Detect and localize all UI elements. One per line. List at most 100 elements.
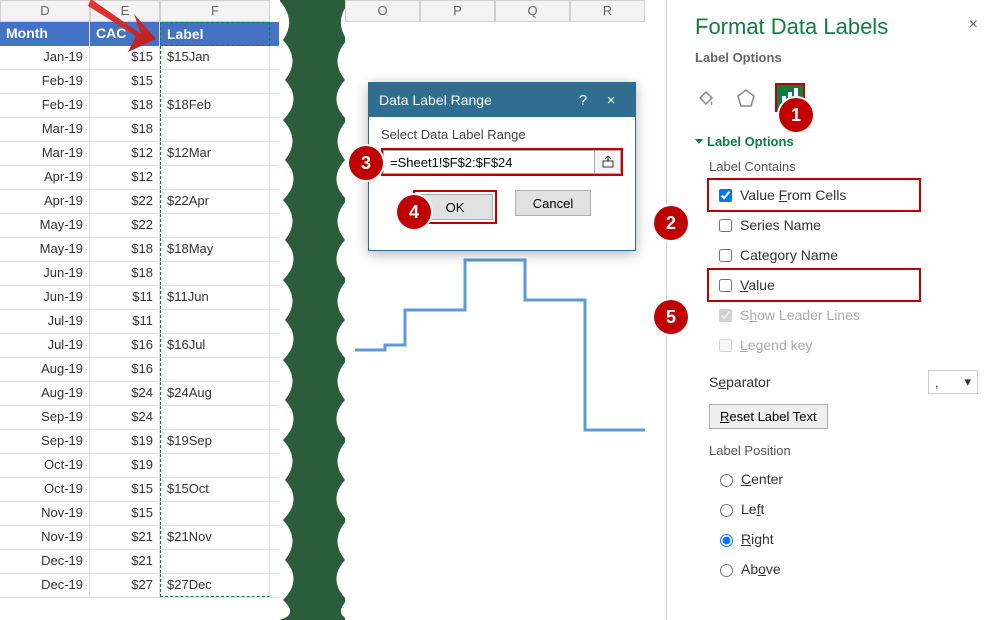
cell-f[interactable] [160,262,270,285]
cell-f[interactable]: $16Jul [160,334,270,357]
cell-e[interactable]: $12 [90,142,160,165]
cell-d[interactable]: Jan-19 [0,46,90,69]
cell-e[interactable]: $12 [90,166,160,189]
table-row[interactable]: Aug-19$24$24Aug [0,382,290,406]
cell-d[interactable]: Jul-19 [0,334,90,357]
cell-d[interactable]: Mar-19 [0,142,90,165]
cell-e[interactable]: $24 [90,406,160,429]
table-row[interactable]: Sep-19$24 [0,406,290,430]
cell-d[interactable]: Jul-19 [0,310,90,333]
radio-above[interactable] [720,564,733,577]
table-row[interactable]: Mar-19$12$12Mar [0,142,290,166]
range-picker-icon[interactable] [595,150,621,174]
radio-center[interactable] [720,474,733,487]
table-row[interactable]: Jul-19$16$16Jul [0,334,290,358]
cell-e[interactable]: $19 [90,430,160,453]
cell-d[interactable]: Sep-19 [0,430,90,453]
close-icon[interactable]: × [597,92,625,109]
cell-e[interactable]: $18 [90,262,160,285]
radio-right[interactable] [720,534,733,547]
table-row[interactable]: May-19$22 [0,214,290,238]
cell-f[interactable]: $27Dec [160,574,270,597]
col-f[interactable]: F [160,0,270,22]
cell-f[interactable] [160,70,270,93]
cell-d[interactable]: Jun-19 [0,286,90,309]
cell-d[interactable]: Feb-19 [0,94,90,117]
cell-d[interactable]: Mar-19 [0,118,90,141]
cell-f[interactable]: $24Aug [160,382,270,405]
opt-value[interactable]: Value [709,270,919,300]
cell-d[interactable]: Nov-19 [0,502,90,525]
col-r[interactable]: R [570,0,645,22]
cell-e[interactable]: $21 [90,526,160,549]
label-options-header[interactable]: Label Options [695,134,978,149]
table-row[interactable]: Mar-19$18 [0,118,290,142]
cell-f[interactable] [160,166,270,189]
cell-e[interactable]: $18 [90,94,160,117]
table-row[interactable]: Oct-19$19 [0,454,290,478]
chk-value-from-cells[interactable] [719,189,732,202]
cell-e[interactable]: $21 [90,550,160,573]
col-o[interactable]: O [345,0,420,22]
header-label[interactable]: Label [160,22,270,46]
cell-d[interactable]: Aug-19 [0,382,90,405]
cell-d[interactable]: May-19 [0,238,90,261]
cell-f[interactable]: $19Sep [160,430,270,453]
pos-center[interactable]: Center [709,464,978,494]
cell-d[interactable]: Apr-19 [0,166,90,189]
cell-f[interactable]: $12Mar [160,142,270,165]
chk-value[interactable] [719,279,732,292]
cell-f[interactable]: $22Apr [160,190,270,213]
table-row[interactable]: Apr-19$12 [0,166,290,190]
table-row[interactable]: Dec-19$27$27Dec [0,574,290,598]
cell-d[interactable]: Apr-19 [0,190,90,213]
pos-left[interactable]: Left [709,494,978,524]
table-row[interactable]: Apr-19$22$22Apr [0,190,290,214]
cell-e[interactable]: $15 [90,70,160,93]
cell-e[interactable]: $11 [90,286,160,309]
chk-category-name[interactable] [719,249,732,262]
range-input[interactable] [383,150,595,174]
cell-f[interactable] [160,214,270,237]
cell-e[interactable]: $24 [90,382,160,405]
cell-e[interactable]: $18 [90,118,160,141]
cell-e[interactable]: $15 [90,478,160,501]
cell-e[interactable]: $18 [90,238,160,261]
cell-f[interactable]: $21Nov [160,526,270,549]
cell-d[interactable]: Jun-19 [0,262,90,285]
cell-f[interactable] [160,550,270,573]
cell-f[interactable] [160,310,270,333]
cell-e[interactable]: $15 [90,502,160,525]
header-month[interactable]: Month [0,22,90,46]
cell-f[interactable]: $15Oct [160,478,270,501]
cell-d[interactable]: Feb-19 [0,70,90,93]
cell-e[interactable]: $22 [90,214,160,237]
opt-category-name[interactable]: Category Name [709,240,978,270]
cell-e[interactable]: $19 [90,454,160,477]
cell-f[interactable]: $18May [160,238,270,261]
cancel-button[interactable]: Cancel [515,190,591,216]
cell-d[interactable]: Nov-19 [0,526,90,549]
table-row[interactable]: Nov-19$15 [0,502,290,526]
chk-series-name[interactable] [719,219,732,232]
fill-bucket-icon[interactable] [695,87,717,109]
cell-d[interactable]: Aug-19 [0,358,90,381]
table-row[interactable]: Aug-19$16 [0,358,290,382]
cell-d[interactable]: Dec-19 [0,574,90,597]
table-row[interactable]: Jul-19$11 [0,310,290,334]
cell-d[interactable]: Sep-19 [0,406,90,429]
cell-e[interactable]: $27 [90,574,160,597]
col-p[interactable]: P [420,0,495,22]
cell-d[interactable]: Oct-19 [0,454,90,477]
cell-e[interactable]: $16 [90,334,160,357]
table-row[interactable]: Feb-19$15 [0,70,290,94]
opt-value-from-cells[interactable]: Value From Cells [709,180,919,210]
table-row[interactable]: Nov-19$21$21Nov [0,526,290,550]
col-q[interactable]: Q [495,0,570,22]
pentagon-icon[interactable] [735,87,757,109]
table-row[interactable]: Feb-19$18$18Feb [0,94,290,118]
cell-f[interactable]: $15Jan [160,46,270,69]
cell-d[interactable]: May-19 [0,214,90,237]
cell-f[interactable] [160,358,270,381]
table-row[interactable]: Jun-19$18 [0,262,290,286]
